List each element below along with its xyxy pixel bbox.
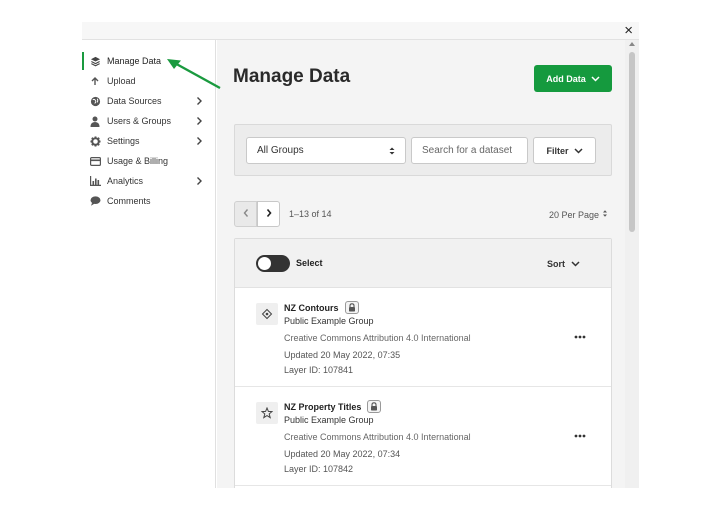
- list-item[interactable]: NZ Contours Public Example Group Creativ…: [235, 289, 611, 387]
- filter-bar: All Groups Filter: [234, 124, 612, 176]
- sidebar-item-label: Data Sources: [107, 96, 162, 106]
- sidebar-item-comments[interactable]: Comments: [82, 192, 215, 210]
- sort-label: Sort: [547, 259, 565, 269]
- lock-icon: [367, 400, 382, 413]
- sidebar-item-usage-billing[interactable]: Usage & Billing: [82, 152, 215, 170]
- line-layer-icon: [256, 303, 278, 325]
- chevron-right-icon: [193, 135, 205, 147]
- close-icon[interactable]: ×: [624, 23, 633, 39]
- add-data-button[interactable]: Add Data: [534, 65, 612, 92]
- sidebar-item-label: Upload: [107, 76, 136, 86]
- select-arrows-icon: [388, 145, 396, 157]
- filter-button[interactable]: Filter: [533, 137, 596, 164]
- select-arrows-icon: [602, 209, 608, 220]
- group-select-value: All Groups: [257, 145, 304, 156]
- chevron-down-icon: [591, 74, 600, 84]
- upload-arrow-icon: [89, 75, 101, 87]
- dataset-layer-id: Layer ID: 107842: [284, 464, 354, 474]
- sidebar-item-label: Users & Groups: [107, 116, 172, 126]
- per-page-select[interactable]: 20 Per Page: [549, 209, 608, 220]
- vertical-scrollbar[interactable]: [625, 40, 639, 488]
- gear-icon: [89, 135, 101, 147]
- dataset-name-text: NZ Property Titles: [284, 401, 362, 412]
- annotation-arrow-icon: [167, 59, 221, 90]
- credit-card-icon: [89, 155, 101, 167]
- chevron-right-icon: [193, 95, 205, 107]
- globe-icon: [89, 95, 101, 107]
- sidebar-item-label: Comments: [107, 196, 151, 206]
- sidebar-item-analytics[interactable]: Analytics: [82, 172, 215, 190]
- dataset-name[interactable]: NZ Property Titles: [284, 400, 382, 413]
- sort-button[interactable]: Sort: [547, 259, 580, 269]
- dataset-name-text: NZ Contours: [284, 302, 339, 313]
- lock-icon: [344, 301, 359, 314]
- dataset-updated: Updated 20 May 2022, 07:34: [284, 449, 401, 459]
- dataset-updated: Updated 20 May 2022, 07:35: [284, 350, 401, 360]
- dataset-name[interactable]: NZ Contours: [284, 301, 359, 314]
- previous-page-button[interactable]: [234, 201, 257, 227]
- select-label: Select: [296, 258, 323, 268]
- chevron-down-icon: [573, 146, 583, 156]
- sidebar-item-settings[interactable]: Settings: [82, 132, 215, 150]
- page-title: Manage Data: [233, 66, 351, 87]
- list-header: Select Sort: [235, 239, 611, 288]
- layers-icon: [89, 55, 101, 67]
- group-select[interactable]: All Groups: [246, 137, 406, 164]
- dataset-layer-id: Layer ID: 107841: [284, 365, 354, 375]
- scroll-up-arrow-icon[interactable]: [629, 42, 635, 46]
- dataset-license: Creative Commons Attribution 4.0 Interna…: [284, 432, 471, 442]
- main-panel: Manage Data Add Data All Groups Filter: [217, 40, 625, 488]
- filter-label: Filter: [546, 145, 569, 156]
- speech-bubble-icon: [89, 195, 101, 207]
- chevron-down-icon: [571, 259, 580, 269]
- next-page-button[interactable]: [257, 201, 280, 227]
- dataset-group: Public Example Group: [284, 316, 374, 326]
- sidebar-item-label: Manage Data: [107, 56, 162, 66]
- dataset-list: Select Sort NZ Contours Public Example G…: [234, 238, 612, 488]
- select-toggle[interactable]: [256, 255, 290, 272]
- dataset-license: Creative Commons Attribution 4.0 Interna…: [284, 333, 471, 343]
- per-page-value: 20 Per Page: [549, 209, 600, 220]
- chevron-right-icon: [193, 115, 205, 127]
- chevron-left-icon: [242, 205, 250, 223]
- manage-data-window: × Manage Data Upload Data Sources Users …: [82, 22, 639, 488]
- scrollbar-thumb[interactable]: [629, 52, 635, 232]
- chevron-right-icon: [265, 205, 273, 223]
- user-icon: [89, 115, 101, 127]
- bar-chart-icon: [89, 175, 101, 187]
- sidebar-item-users-groups[interactable]: Users & Groups: [82, 112, 215, 130]
- more-options-icon[interactable]: [573, 428, 587, 438]
- add-data-label: Add Data: [546, 73, 586, 84]
- page: × Manage Data Upload Data Sources Users …: [0, 0, 720, 506]
- pagination-range: 1–13 of 14: [289, 209, 332, 219]
- dataset-group: Public Example Group: [284, 415, 374, 425]
- polygon-layer-icon: [256, 402, 278, 424]
- sidebar-item-data-sources[interactable]: Data Sources: [82, 92, 215, 110]
- toggle-knob: [258, 257, 271, 270]
- sidebar-item-label: Analytics: [107, 176, 144, 186]
- sidebar: Manage Data Upload Data Sources Users & …: [82, 40, 216, 488]
- list-item[interactable]: NZ Property Titles Public Example Group …: [235, 388, 611, 486]
- sidebar-item-label: Usage & Billing: [107, 156, 169, 166]
- more-options-icon[interactable]: [573, 329, 587, 339]
- search-input[interactable]: [411, 137, 528, 164]
- chevron-right-icon: [193, 175, 205, 187]
- sidebar-item-label: Settings: [107, 136, 140, 146]
- window-topbar: ×: [82, 22, 639, 40]
